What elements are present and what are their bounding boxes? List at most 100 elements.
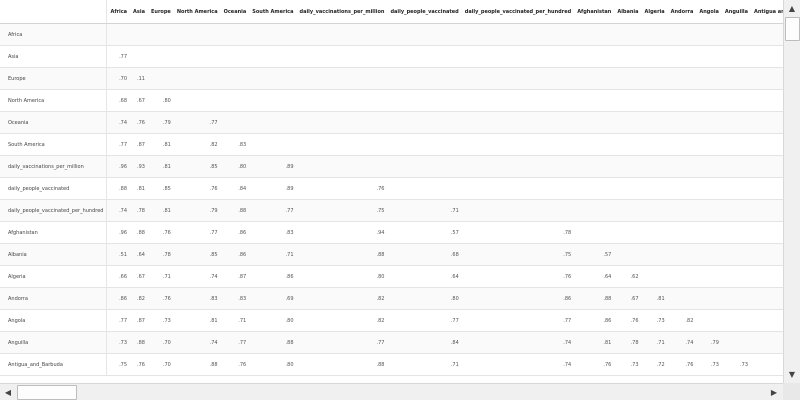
table-cell [641, 67, 668, 90]
row-label: daily_people_vaccinated_per_hundred [0, 199, 108, 222]
table-cell [751, 221, 783, 244]
column-header[interactable]: Asia [130, 0, 148, 24]
table-cell: .74 [461, 331, 575, 354]
table-row: Angola .77.87.73.81.71.80.82.77.77.86.76.… [0, 309, 783, 332]
table-cell: .87 [130, 133, 148, 156]
table-cell: .71 [387, 353, 462, 376]
column-header[interactable]: Anguilla [721, 0, 751, 24]
table-cell: .96 [106, 155, 131, 178]
table-cell: .81 [147, 155, 174, 178]
table-cell [721, 89, 751, 112]
table-row: daily_vaccinations_per_million .96.93.81.… [0, 155, 783, 178]
table-cell: .75 [461, 243, 575, 266]
column-header[interactable]: Albania [614, 0, 642, 24]
table-cell [220, 111, 250, 134]
column-header[interactable]: Europe [147, 0, 174, 24]
column-header[interactable]: South America [249, 0, 297, 24]
table-cell [721, 331, 751, 354]
table-row: Albania .51.64.78.85.86.71.88.68.75.57 [0, 243, 783, 266]
table-cell [574, 89, 615, 112]
column-header[interactable]: Algeria [641, 0, 668, 24]
column-header[interactable]: Oceania [220, 0, 250, 24]
table-cell: .87 [220, 265, 250, 288]
table-cell [614, 67, 642, 90]
table-cell [249, 89, 297, 112]
table-cell: .73 [721, 353, 751, 376]
scroll-left-arrow-icon[interactable]: ◀ [0, 384, 16, 400]
column-header[interactable]: Afghanistan [574, 0, 615, 24]
table-cell: .88 [220, 199, 250, 222]
horizontal-scroll-thumb[interactable] [17, 385, 77, 400]
table-cell [614, 155, 642, 178]
column-header[interactable]: Antigua and Barbuda [751, 0, 783, 24]
table-cell [296, 155, 388, 178]
table-cell [220, 45, 250, 68]
scroll-up-arrow-icon[interactable]: ▲ [784, 0, 800, 16]
table-cell [296, 111, 388, 134]
table-cell [696, 177, 722, 200]
table-cell: .86 [249, 265, 297, 288]
column-header[interactable]: Angola [696, 0, 722, 24]
row-label: Albania [0, 243, 108, 266]
table-cell: .74 [106, 111, 131, 134]
table-cell [249, 133, 297, 156]
table-cell [696, 133, 722, 156]
vertical-scrollbar[interactable]: ▲ ▼ [783, 0, 800, 383]
table-cell [641, 177, 668, 200]
scroll-right-arrow-icon[interactable]: ▶ [766, 384, 782, 400]
table-cell [721, 265, 751, 288]
table-cell [696, 67, 722, 90]
table-cell: .81 [147, 133, 174, 156]
table-cell [614, 45, 642, 68]
column-header[interactable]: daily_people_vaccinated [387, 0, 462, 24]
table-viewport: Africa Asia Europe North America Oceania Sout… [0, 0, 783, 383]
table-cell: .77 [220, 331, 250, 354]
table-row: Africa [0, 23, 783, 46]
table-cell: .81 [147, 199, 174, 222]
table-cell: .88 [106, 177, 131, 200]
table-cell [751, 243, 783, 266]
table-cell: .71 [147, 265, 174, 288]
table-cell [751, 23, 783, 46]
table-cell [461, 133, 575, 156]
table-cell: .83 [173, 287, 221, 310]
table-cell: .76 [173, 177, 221, 200]
column-header[interactable]: Andorra [667, 0, 697, 24]
table-cell: .78 [130, 199, 148, 222]
column-header[interactable]: daily_people_vaccinated_per_hundred [461, 0, 575, 24]
table-cell [614, 199, 642, 222]
table-cell [641, 89, 668, 112]
horizontal-scrollbar[interactable]: ◀ ▶ [0, 383, 783, 400]
table-row: Europe .70.11 [0, 67, 783, 90]
column-header[interactable]: Africa [106, 0, 131, 24]
row-label: Andorra [0, 287, 108, 310]
table-cell [461, 155, 575, 178]
table-cell: .88 [574, 287, 615, 310]
table-cell: .86 [574, 309, 615, 332]
table-cell: .86 [461, 287, 575, 310]
column-header[interactable]: daily_vaccinations_per_million [296, 0, 388, 24]
vertical-scroll-thumb[interactable] [785, 17, 800, 41]
table-cell: .96 [106, 221, 131, 244]
table-cell [721, 177, 751, 200]
table-cell [696, 111, 722, 134]
table-cell: .85 [173, 243, 221, 266]
table-cell [387, 155, 462, 178]
row-label: Algeria [0, 265, 108, 288]
table-cell: .81 [574, 331, 615, 354]
table-cell [696, 23, 722, 46]
table-cell [387, 177, 462, 200]
table-cell: .73 [147, 309, 174, 332]
table-cell: .81 [641, 287, 668, 310]
table-cell: .74 [173, 265, 221, 288]
column-header[interactable]: North America [173, 0, 221, 24]
scrollbar-corner [783, 383, 800, 400]
scroll-down-arrow-icon[interactable]: ▼ [784, 366, 800, 382]
row-label: Angola [0, 309, 108, 332]
table-cell: .94 [296, 221, 388, 244]
row-label: Europe [0, 67, 108, 90]
table-cell: .51 [106, 243, 131, 266]
table-cell [641, 23, 668, 46]
table-cell [130, 45, 148, 68]
table-cell: .88 [296, 353, 388, 376]
